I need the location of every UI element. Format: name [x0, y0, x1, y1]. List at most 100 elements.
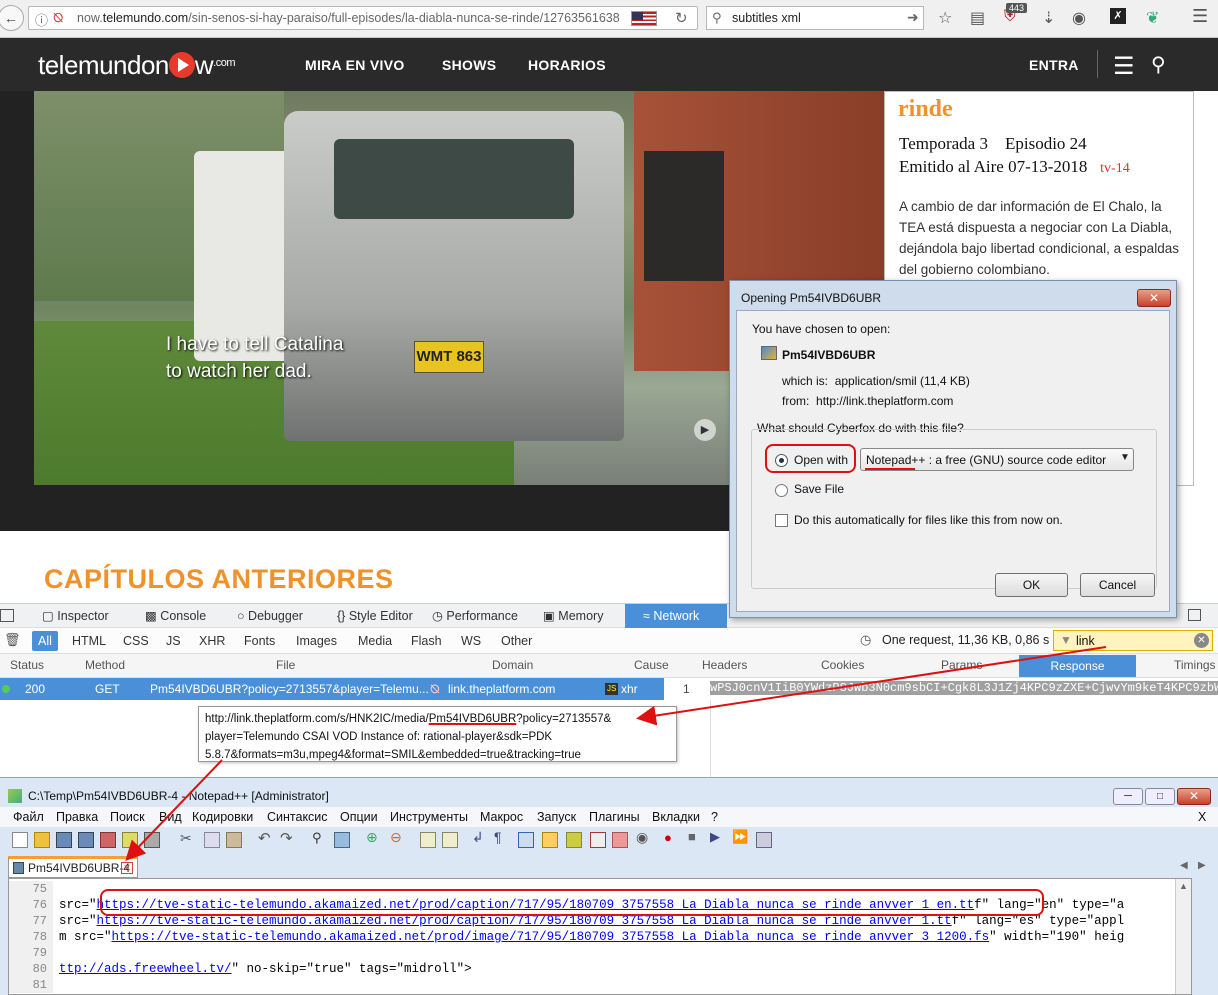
login-link[interactable]: ENTRA [1029, 57, 1079, 73]
new-file-icon[interactable] [12, 832, 28, 848]
menu-search[interactable]: Поиск [110, 810, 145, 824]
tool-icon[interactable]: ✗ [1110, 8, 1126, 24]
play-overlay-icon[interactable]: ▶ [694, 419, 716, 441]
dialog-close-button[interactable]: ✕ [1137, 289, 1171, 307]
ok-button[interactable]: OK [995, 573, 1068, 597]
print-icon[interactable] [144, 832, 160, 848]
eye-icon[interactable]: ◉ [636, 829, 648, 846]
filter-css[interactable]: CSS [117, 631, 155, 651]
minimize-button[interactable]: ─ [1113, 788, 1143, 805]
code-url[interactable]: ttp://ads.freewheel.tv/ [59, 962, 232, 976]
site-logo[interactable]: telemundon w.com [38, 50, 236, 81]
close-all-icon[interactable] [122, 832, 138, 848]
app-select[interactable]: Notepad++ : a free (GNU) source code edi… [860, 448, 1134, 471]
search-bar[interactable]: ⚲ subtitles xml ➜ [706, 6, 924, 30]
menu-run[interactable]: Запуск [537, 810, 576, 824]
col-file[interactable]: File [276, 654, 295, 677]
indent-guide-icon[interactable] [518, 832, 534, 848]
menu-help[interactable]: ? [711, 810, 718, 824]
site-search-icon[interactable]: ⚲ [1151, 52, 1166, 77]
close-file-icon[interactable] [100, 832, 116, 848]
show-all-chars-icon[interactable]: ¶ [494, 829, 502, 845]
reload-icon[interactable]: ↻ [675, 9, 688, 27]
cancel-button[interactable]: Cancel [1080, 573, 1155, 597]
scroll-up-icon[interactable]: ▲ [1179, 881, 1188, 891]
filter-images[interactable]: Images [290, 631, 343, 651]
profile-icon[interactable]: ◉ [1072, 8, 1086, 28]
find-icon[interactable]: ⚲ [312, 830, 322, 846]
vertical-scrollbar[interactable]: ▲ [1175, 879, 1191, 994]
open-file-icon[interactable] [34, 832, 50, 848]
info-icon[interactable]: ⓘ [35, 10, 48, 29]
tab-style-editor[interactable]: {} Style Editor [337, 604, 413, 629]
tab-console[interactable]: ▩ Console [145, 604, 206, 629]
menu-options[interactable]: Опции [340, 810, 378, 824]
filter-fonts[interactable]: Fonts [238, 631, 281, 651]
filter-media[interactable]: Media [352, 631, 398, 651]
auto-label[interactable]: Do this automatically for files like thi… [794, 513, 1063, 527]
menu-tools[interactable]: Инструменты [390, 810, 468, 824]
close-doc-x[interactable]: X [1198, 810, 1206, 824]
zoom-out-icon[interactable]: ⊖ [390, 829, 402, 846]
window-close-button[interactable]: ✕ [1177, 788, 1211, 805]
response-body[interactable]: wPSJ0cnV1IiB0YWdzPSJwb3N0cm9sbCI+Cgk8L3J… [710, 681, 1218, 695]
hamburger-menu-icon[interactable]: ☰ [1113, 52, 1135, 81]
tab-headers[interactable]: Headers [702, 654, 747, 677]
dock-icon[interactable] [1188, 609, 1201, 621]
code-url[interactable]: https://tve-static-telemundo.akamaized.n… [97, 914, 952, 928]
tab-debugger[interactable]: ○ Debugger [237, 604, 303, 629]
monitor-icon[interactable] [612, 832, 628, 848]
pick-element-icon[interactable] [0, 609, 14, 622]
filter-all[interactable]: All [32, 631, 58, 651]
col-method[interactable]: Method [85, 654, 125, 677]
tab-response[interactable]: Response [1019, 655, 1136, 677]
folder-workspace-icon[interactable] [590, 832, 606, 848]
doc-map-icon[interactable] [542, 832, 558, 848]
request-row[interactable]: 200 GET Pm54IVBD6UBR?policy=2713557&play… [0, 678, 664, 700]
filter-xhr[interactable]: XHR [193, 631, 231, 651]
menu-macro[interactable]: Макрос [480, 810, 523, 824]
tab-cookies[interactable]: Cookies [821, 654, 864, 677]
record-macro-icon[interactable]: ● [664, 830, 672, 845]
trash-icon[interactable]: 🗑 [4, 632, 21, 648]
paste-icon[interactable] [226, 832, 242, 848]
copy-icon[interactable] [204, 832, 220, 848]
menu-view[interactable]: Вид [159, 810, 182, 824]
replace-icon[interactable] [334, 832, 350, 848]
filter-ws[interactable]: WS [455, 631, 487, 651]
filter-url-input[interactable]: ▼ link ✕ [1053, 630, 1213, 651]
reading-list-icon[interactable]: ▤ [970, 8, 985, 28]
close-tab-icon[interactable]: ✕ [121, 862, 133, 874]
filter-js[interactable]: JS [160, 631, 187, 651]
extension-icon[interactable]: ❦ [1146, 8, 1159, 28]
run-macro-multiple-icon[interactable]: ⏩ [732, 829, 748, 845]
search-go-icon[interactable]: ➜ [907, 9, 919, 26]
scroll-tabs-right-icon[interactable]: ▶ [1198, 860, 1206, 871]
filter-flash[interactable]: Flash [405, 631, 448, 651]
wrap-icon[interactable]: ↲ [472, 829, 484, 846]
document-tab[interactable]: Pm54IVBD6UBR-4 ✕ [8, 856, 138, 878]
save-icon[interactable] [56, 832, 72, 848]
tab-params[interactable]: Params [941, 654, 982, 677]
url-bar[interactable]: ⓘ ⦰ now.telemundo.com/sin-senos-si-hay-p… [28, 6, 698, 30]
menu-edit[interactable]: Правка [56, 810, 98, 824]
col-status[interactable]: Status [10, 654, 44, 677]
nav-mira-en-vivo[interactable]: MIRA EN VIVO [305, 57, 405, 73]
menu-syntax[interactable]: Синтаксис [267, 810, 328, 824]
filter-html[interactable]: HTML [66, 631, 112, 651]
undo-icon[interactable]: ↶ [258, 829, 271, 847]
code-url[interactable]: https://tve-static-telemundo.akamaized.n… [112, 930, 990, 944]
maximize-button[interactable]: □ [1145, 788, 1175, 805]
back-button[interactable]: ← [0, 5, 24, 31]
tab-timings[interactable]: Timings [1174, 654, 1216, 677]
play-macro-icon[interactable]: ▶ [710, 829, 720, 845]
tab-memory[interactable]: ▣ Memory [543, 604, 603, 629]
menu-plugins[interactable]: Плагины [589, 810, 640, 824]
us-flag-icon[interactable] [631, 11, 657, 26]
stop-macro-icon[interactable]: ■ [688, 829, 696, 844]
menu-icon[interactable]: ☰ [1192, 6, 1208, 27]
menu-encoding[interactable]: Кодировки [192, 810, 253, 824]
save-file-label[interactable]: Save File [794, 482, 844, 496]
sync-h-icon[interactable] [442, 832, 458, 848]
save-file-radio[interactable] [775, 484, 788, 497]
